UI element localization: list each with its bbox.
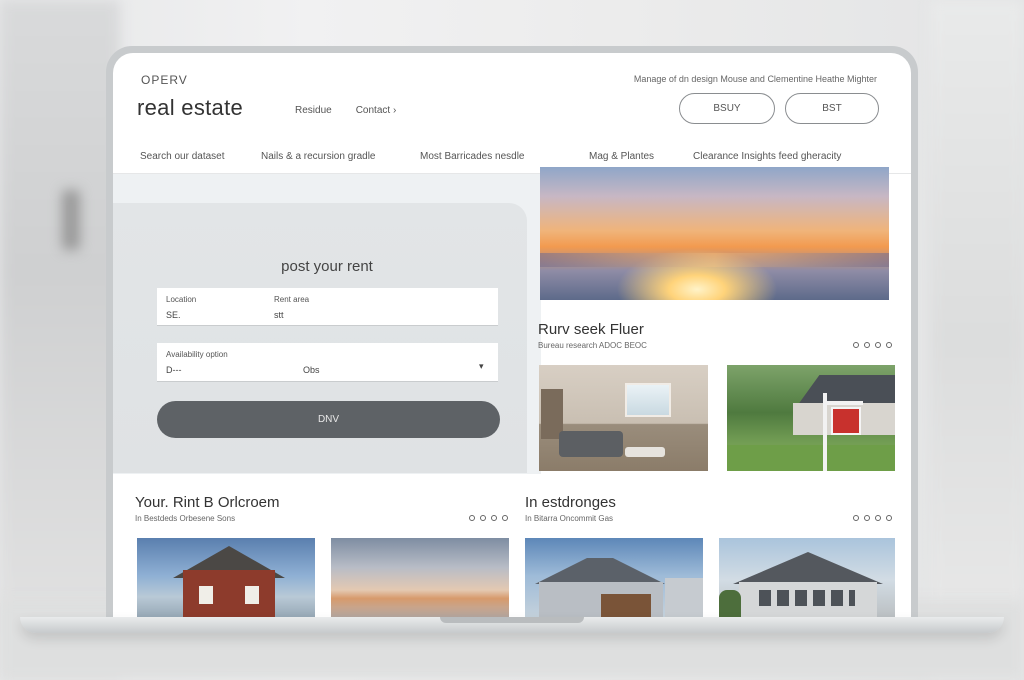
location-value: SE. (166, 310, 181, 320)
section-bottom-left-subtitle: In Bestdeds Orbesene Sons (135, 514, 236, 523)
listing-photo-gray-house[interactable] (719, 538, 895, 622)
chevron-down-icon[interactable]: ▾ (479, 361, 484, 372)
brand-logo[interactable]: real estate (137, 95, 243, 121)
for-sale-house-photo[interactable] (727, 365, 895, 471)
background-wall-right (930, 0, 1024, 680)
section-right: Rurv seek Fluer Bureau research ADOC BEO… (538, 321, 647, 350)
carousel-dots-icon[interactable] (469, 515, 508, 521)
top-nav: Residue Contact › (295, 105, 396, 116)
hero-sunset-image (540, 167, 889, 300)
form-title: post your rent (281, 258, 373, 275)
website-screen: OPERV real estate Residue Contact › Mana… (113, 53, 911, 622)
carousel-dots-icon[interactable] (853, 515, 892, 521)
category-link-nails[interactable]: Nails & a recursion gradle (261, 151, 376, 162)
section-bottom-right: In estdronges In Bitarra Oncommit Gas (525, 494, 616, 523)
availability-label: Availability option (166, 350, 228, 359)
availability-select[interactable]: Availability option D--- Obs ▾ (157, 343, 498, 382)
category-link-clearance[interactable]: Clearance Insights feed gheracity (693, 151, 841, 162)
background-wall-left (0, 0, 120, 680)
section-bottom-right-title: In estdronges (525, 494, 616, 511)
location-field[interactable]: Location Rent area SE. stt (157, 288, 498, 326)
listing-photo-brick-house[interactable] (137, 538, 315, 622)
header-tagline: Manage of dn design Mouse and Clementine… (633, 74, 877, 84)
header-button-buy[interactable]: BSUY (679, 93, 775, 124)
availability-value-b: Obs (303, 365, 320, 375)
section-bottom-left: Your. Rint B Orlcroem In Bestdeds Orbese… (135, 494, 280, 523)
laptop-notch (440, 617, 584, 623)
section-right-title: Rurv seek Fluer (538, 321, 644, 338)
rent-area-label: Rent area (274, 295, 310, 304)
section-bottom-left-title: Your. Rint B Orlcroem (135, 494, 280, 511)
laptop-bezel: OPERV real estate Residue Contact › Mana… (106, 46, 918, 622)
for-sale-sign-icon (831, 407, 861, 435)
listing-photo-garage-house[interactable] (525, 538, 703, 622)
listing-photo-beach[interactable] (331, 538, 509, 622)
availability-value-a: D--- (166, 365, 182, 375)
location-label: Location (166, 295, 197, 304)
category-link-most[interactable]: Most Barricades nesdle (420, 151, 525, 162)
nav-link-residue[interactable]: Residue (295, 105, 332, 116)
background-lamp (62, 190, 80, 250)
category-link-search[interactable]: Search our dataset (140, 151, 225, 162)
carousel-dots-icon[interactable] (853, 342, 892, 348)
brand-kicker: OPERV (141, 73, 188, 87)
section-bottom-right-subtitle: In Bitarra Oncommit Gas (525, 514, 614, 523)
submit-button[interactable]: DNV (157, 401, 500, 438)
category-link-mag[interactable]: Mag & Plantes (589, 151, 654, 162)
rent-area-value: stt (274, 310, 284, 320)
section-right-subtitle: Bureau research ADOC BEOC (538, 341, 647, 350)
header-button-best[interactable]: BST (785, 93, 879, 124)
living-room-photo[interactable] (539, 365, 708, 471)
nav-link-contact[interactable]: Contact › (356, 105, 397, 116)
